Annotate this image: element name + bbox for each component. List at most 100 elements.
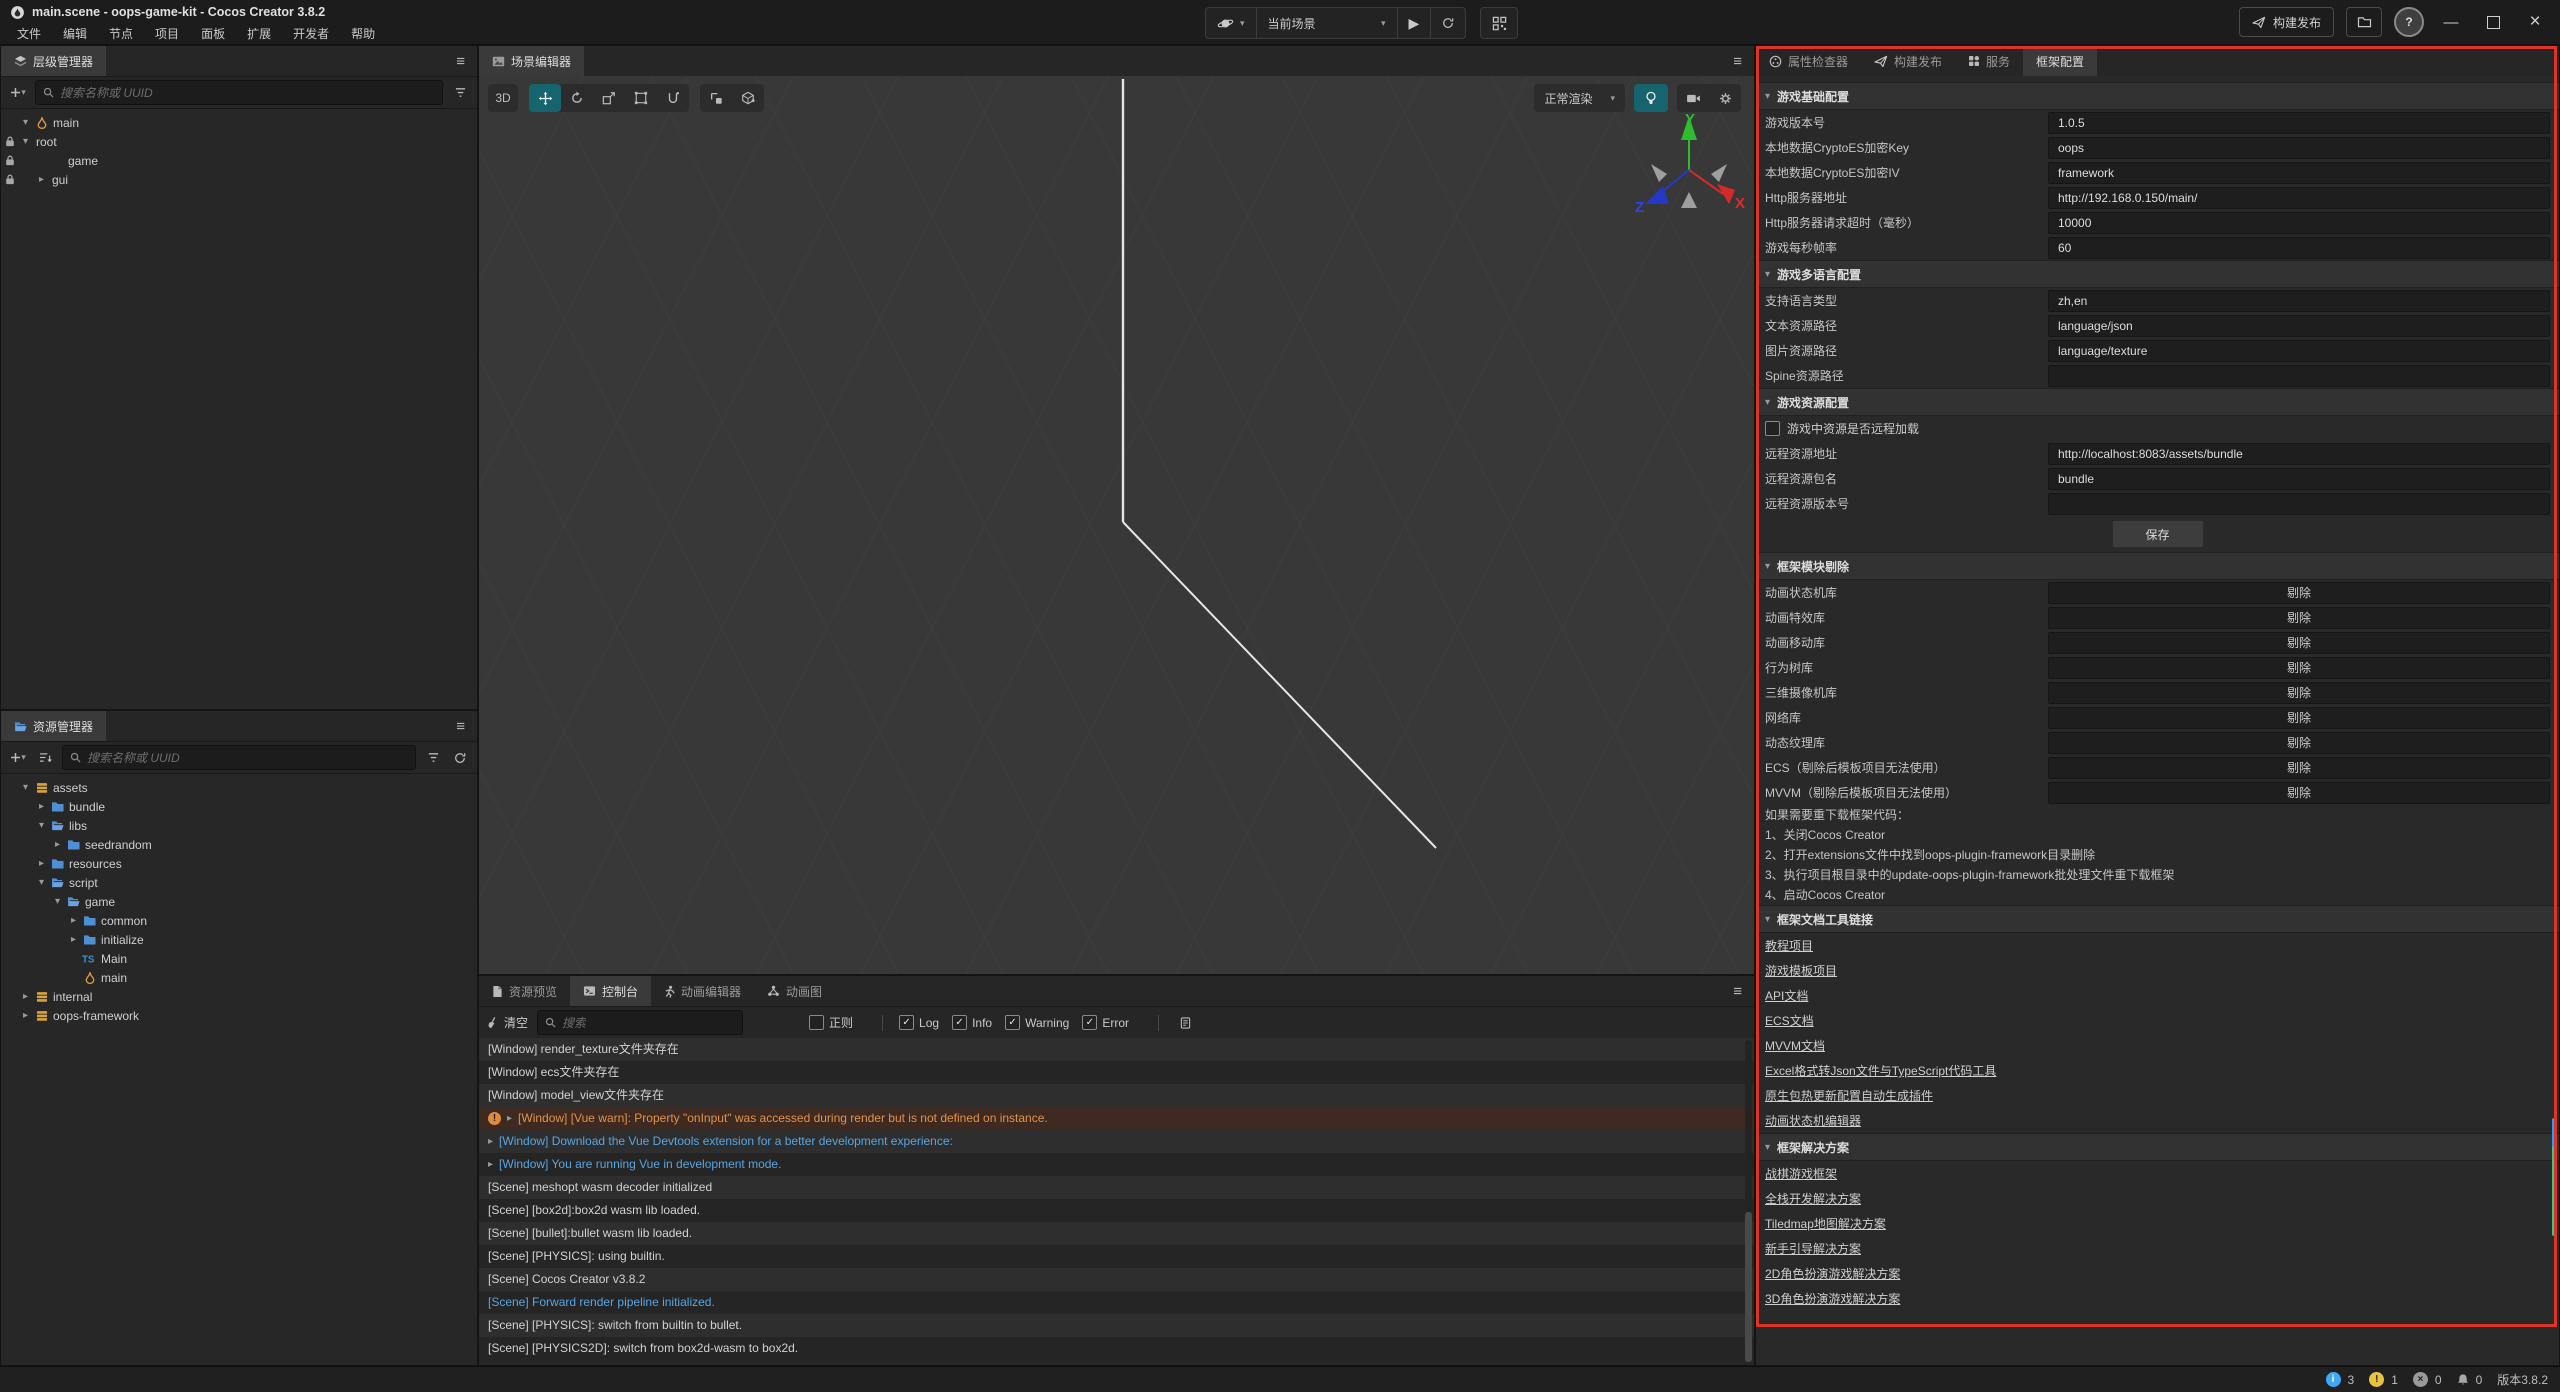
section-header[interactable]: ▾游戏基础配置	[1756, 82, 2559, 110]
pivot-button[interactable]	[700, 84, 732, 112]
console-row-plain[interactable]: [Scene] [bullet]:bullet wasm lib loaded.	[479, 1222, 1754, 1245]
chevron-down-icon[interactable]: ▾	[18, 117, 33, 128]
hierarchy-node[interactable]: game	[1, 151, 477, 170]
render-mode-select[interactable]: 正常渲染 ▾	[1534, 84, 1625, 112]
assets-search-input[interactable]: 搜索名称或 UUID	[62, 745, 416, 770]
hierarchy-node[interactable]: ▾main	[1, 113, 477, 132]
field-input[interactable]	[2048, 493, 2550, 515]
console-row-plain[interactable]: [Scene] [box2d]:box2d wasm lib loaded.	[479, 1199, 1754, 1222]
delete-module-button[interactable]: 剔除	[2048, 732, 2550, 754]
console-row-plain[interactable]: [Scene] meshopt wasm decoder initialized	[479, 1176, 1754, 1199]
asset-node[interactable]: ▾assets	[1, 778, 477, 797]
field-input[interactable]: oops	[2048, 137, 2550, 159]
field-input[interactable]: 60	[2048, 237, 2550, 259]
window-maximize-button[interactable]	[2478, 8, 2508, 36]
console-row-plain[interactable]: [Window] model_view文件夹存在	[479, 1084, 1754, 1107]
remote-load-checkbox-row[interactable]: 游戏中资源是否远程加载	[1756, 416, 2559, 441]
bell-icon[interactable]	[2457, 1373, 2469, 1386]
asset-node[interactable]: ▾game	[1, 892, 477, 911]
tab-console[interactable]: 控制台	[570, 976, 651, 1006]
filter-button[interactable]	[450, 87, 470, 98]
console-message-list[interactable]: [Window] render_texture文件夹存在[Window] ecs…	[479, 1038, 1754, 1365]
scrollbar-thumb[interactable]	[1745, 1212, 1752, 1362]
info-count-icon[interactable]: i	[2326, 1372, 2341, 1387]
scale-tool-button[interactable]	[593, 84, 625, 112]
menu-item[interactable]: 扩展	[236, 23, 282, 43]
add-node-button[interactable]: ▾	[8, 87, 28, 98]
tab-animation-editor[interactable]: 动画编辑器	[651, 976, 754, 1006]
asset-node[interactable]: ▾script	[1, 873, 477, 892]
delete-module-button[interactable]: 剔除	[2048, 707, 2550, 729]
solution-link[interactable]: 战棋游戏框架	[1756, 1161, 2559, 1186]
menu-item[interactable]: 面板	[190, 23, 236, 43]
tab-assets[interactable]: 资源管理器	[1, 711, 106, 741]
tab-scene-editor[interactable]: 场景编辑器	[479, 46, 584, 76]
field-input[interactable]: language/json	[2048, 315, 2550, 337]
chevron-down-icon[interactable]: ▾	[18, 782, 33, 793]
chevron-down-icon[interactable]: ▾	[50, 896, 65, 907]
tab-asset-preview[interactable]: 资源预览	[479, 976, 570, 1006]
help-button[interactable]: ?	[2394, 7, 2424, 37]
filter-log-checkbox[interactable]: ✓Log	[899, 1015, 939, 1030]
tab-hierarchy[interactable]: 层级管理器	[1, 46, 106, 76]
preview-target-select[interactable]: ▾	[1206, 8, 1256, 38]
open-project-folder-button[interactable]	[2346, 7, 2382, 37]
solution-link[interactable]: 全栈开发解决方案	[1756, 1186, 2559, 1211]
window-minimize-button[interactable]: —	[2436, 8, 2466, 36]
hierarchy-node[interactable]: ▾root	[1, 132, 477, 151]
doc-link[interactable]: MVVM文档	[1756, 1033, 2559, 1058]
asset-node[interactable]: TSMain	[1, 949, 477, 968]
asset-node[interactable]: ▸seedrandom	[1, 835, 477, 854]
scene-select[interactable]: 当前场景 ▾	[1256, 8, 1397, 38]
doc-link[interactable]: 原生包热更新配置自动生成插件	[1756, 1083, 2559, 1108]
chevron-right-icon[interactable]: ▸	[488, 1130, 493, 1153]
solution-link[interactable]: Tiledmap地图解决方案	[1756, 1211, 2559, 1236]
chevron-right-icon[interactable]: ▸	[488, 1153, 493, 1176]
delete-module-button[interactable]: 剔除	[2048, 657, 2550, 679]
tab-services[interactable]: 服务	[1955, 46, 2023, 76]
console-row-blue[interactable]: [Scene] Forward render pipeline initiali…	[479, 1291, 1754, 1314]
chevron-right-icon[interactable]: ▸	[66, 915, 81, 926]
tab-property-inspector[interactable]: 属性检查器	[1756, 46, 1861, 76]
checkbox-icon[interactable]	[1765, 421, 1780, 436]
console-row-plain[interactable]: [Window] ecs文件夹存在	[479, 1061, 1754, 1084]
chevron-right-icon[interactable]: ▸	[34, 801, 49, 812]
warning-count-icon[interactable]: !	[2369, 1372, 2384, 1387]
chevron-right-icon[interactable]: ▸	[34, 858, 49, 869]
asset-node[interactable]: ▸initialize	[1, 930, 477, 949]
field-input[interactable]	[2048, 365, 2550, 387]
console-row-link[interactable]: ▸[Window] Download the Vue Devtools exte…	[479, 1130, 1754, 1153]
delete-module-button[interactable]: 剔除	[2048, 632, 2550, 654]
menu-item[interactable]: 帮助	[340, 23, 386, 43]
inspector-scrollbar-thumb[interactable]	[2552, 1118, 2557, 1236]
filter-warning-checkbox[interactable]: ✓Warning	[1005, 1015, 1069, 1030]
regex-checkbox[interactable]: 正则	[809, 1014, 853, 1031]
hierarchy-search-input[interactable]: 搜索名称或 UUID	[35, 80, 443, 105]
doc-link[interactable]: 游戏模板项目	[1756, 958, 2559, 983]
section-header[interactable]: ▾游戏多语言配置	[1756, 260, 2559, 288]
panel-menu-icon[interactable]: ≡	[444, 46, 477, 76]
doc-link[interactable]: ECS文档	[1756, 1008, 2559, 1033]
filter-assets-button[interactable]	[423, 752, 443, 763]
coordinate-space-button[interactable]	[732, 84, 764, 112]
solution-link[interactable]: 新手引导解决方案	[1756, 1236, 2559, 1261]
reload-button[interactable]	[1430, 8, 1465, 38]
asset-node[interactable]: ▸oops-framework	[1, 1006, 477, 1025]
field-input[interactable]: bundle	[2048, 468, 2550, 490]
clear-console-button[interactable]: 清空	[486, 1014, 528, 1031]
rect-tool-button[interactable]	[625, 84, 657, 112]
menu-item[interactable]: 编辑	[52, 23, 98, 43]
chevron-right-icon[interactable]: ▸	[18, 991, 33, 1002]
console-row-link[interactable]: ▸[Window] You are running Vue in develop…	[479, 1153, 1754, 1176]
chevron-down-icon[interactable]: ▾	[34, 877, 49, 888]
delete-module-button[interactable]: 剔除	[2048, 682, 2550, 704]
chevron-right-icon[interactable]: ▸	[66, 934, 81, 945]
error-count-icon[interactable]: ×	[2413, 1372, 2428, 1387]
save-button[interactable]: 保存	[2112, 520, 2204, 548]
doc-link[interactable]: 动画状态机编辑器	[1756, 1108, 2559, 1133]
menu-item[interactable]: 节点	[98, 23, 144, 43]
menu-item[interactable]: 开发者	[282, 23, 340, 43]
delete-module-button[interactable]: 剔除	[2048, 782, 2550, 804]
filter-error-checkbox[interactable]: ✓Error	[1082, 1015, 1129, 1030]
hierarchy-node[interactable]: ▸gui	[1, 170, 477, 189]
